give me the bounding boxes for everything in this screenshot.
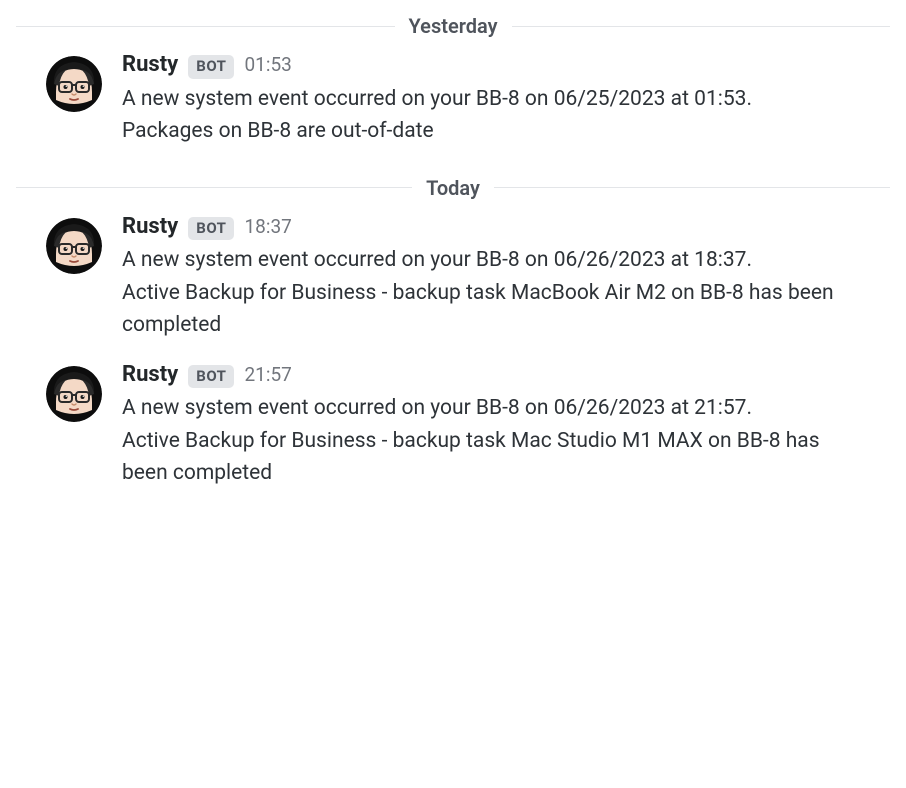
message-line: Active Backup for Business - backup task…: [122, 277, 842, 342]
divider-line: [494, 187, 890, 188]
message-header: Rusty BOT 21:57: [122, 362, 890, 389]
author-name[interactable]: Rusty: [122, 52, 178, 77]
chat-message[interactable]: Rusty BOT 18:37 A new system event occur…: [0, 208, 906, 356]
divider-label: Yesterday: [395, 14, 512, 38]
chat-message[interactable]: Rusty BOT 21:57 A new system event occur…: [0, 356, 906, 504]
message-header: Rusty BOT 18:37: [122, 214, 890, 241]
message-text: A new system event occurred on your BB-8…: [122, 392, 842, 490]
message-timestamp: 21:57: [244, 363, 291, 386]
avatar[interactable]: [46, 56, 102, 112]
chat-message[interactable]: Rusty BOT 01:53 A new system event occur…: [0, 46, 906, 162]
message-timestamp: 18:37: [244, 215, 291, 238]
message-timestamp: 01:53: [244, 53, 291, 76]
message-text: A new system event occurred on your BB-8…: [122, 244, 842, 342]
message-line: A new system event occurred on your BB-8…: [122, 244, 842, 277]
message-line: A new system event occurred on your BB-8…: [122, 83, 842, 116]
divider-label: Today: [412, 176, 494, 200]
date-divider-today: Today: [0, 176, 906, 200]
avatar[interactable]: [46, 218, 102, 274]
divider-line: [512, 26, 891, 27]
message-body: Rusty BOT 21:57 A new system event occur…: [122, 362, 890, 490]
date-divider-yesterday: Yesterday: [0, 14, 906, 38]
divider-line: [16, 26, 395, 27]
author-name[interactable]: Rusty: [122, 214, 178, 239]
bot-badge: BOT: [188, 217, 234, 241]
message-line: Active Backup for Business - backup task…: [122, 425, 842, 490]
message-header: Rusty BOT 01:53: [122, 52, 890, 79]
author-name[interactable]: Rusty: [122, 362, 178, 387]
avatar[interactable]: [46, 366, 102, 422]
message-line: Packages on BB-8 are out-of-date: [122, 115, 842, 148]
bot-badge: BOT: [188, 365, 234, 389]
message-text: A new system event occurred on your BB-8…: [122, 83, 842, 148]
divider-line: [16, 187, 412, 188]
message-line: A new system event occurred on your BB-8…: [122, 392, 842, 425]
message-body: Rusty BOT 18:37 A new system event occur…: [122, 214, 890, 342]
bot-badge: BOT: [188, 55, 234, 79]
message-body: Rusty BOT 01:53 A new system event occur…: [122, 52, 890, 148]
